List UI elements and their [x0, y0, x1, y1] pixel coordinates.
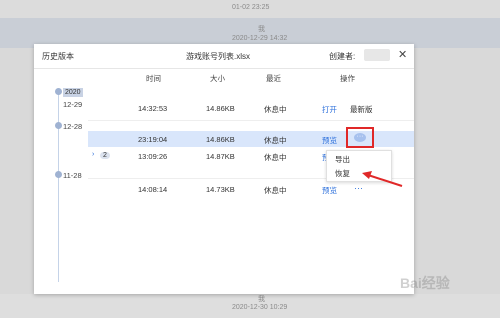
watermark-logo: Bai经验 [400, 275, 450, 291]
annotation-arrow-icon [362, 171, 403, 187]
